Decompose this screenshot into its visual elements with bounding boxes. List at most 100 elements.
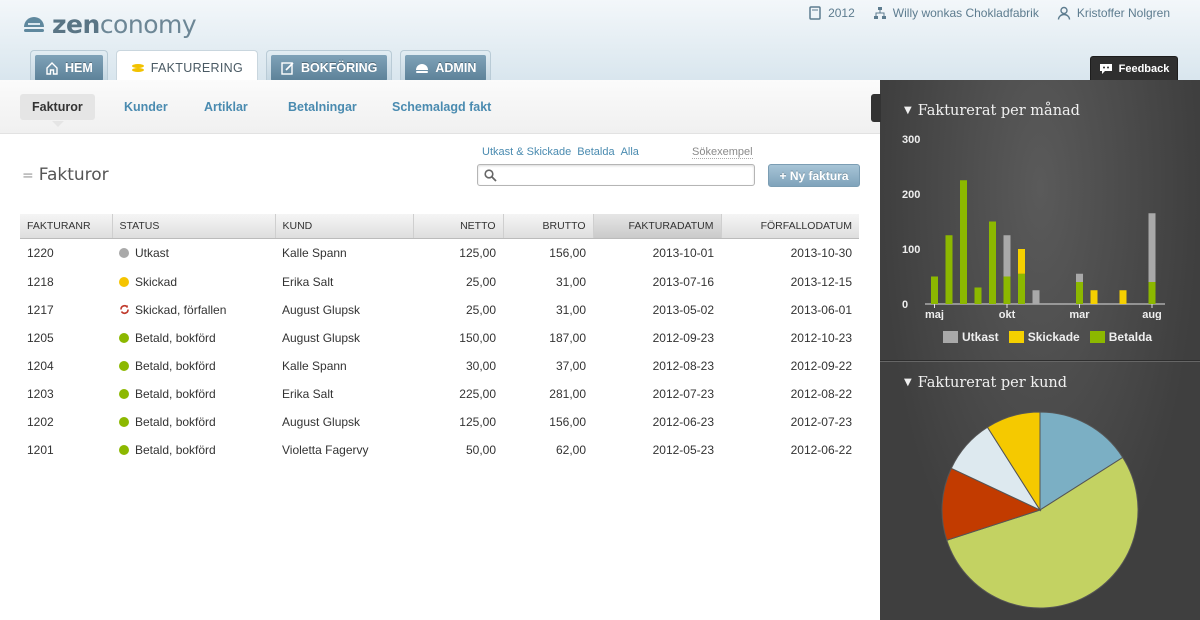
subnav-schemalagd[interactable]: Schemalagd fakt bbox=[392, 94, 491, 120]
legend-item[interactable]: Utkast bbox=[943, 330, 999, 344]
cell-brutto: 31,00 bbox=[555, 275, 586, 289]
table-row[interactable]: 1205 Betald, bokförd August Glupsk 150,00 18… bbox=[20, 324, 859, 352]
cell-forfall: 2012-10-23 bbox=[790, 331, 852, 345]
filter-betalda[interactable]: Betalda bbox=[577, 146, 614, 158]
cell-forfall: 2012-09-22 bbox=[790, 359, 852, 373]
y-tick-label: 100 bbox=[902, 244, 920, 256]
col-brutto[interactable]: BRUTTO bbox=[503, 214, 594, 239]
col-netto[interactable]: NETTO bbox=[413, 214, 504, 239]
user-menu[interactable]: Kristoffer Nolgren bbox=[1057, 6, 1170, 20]
table-row[interactable]: 1203 Betald, bokförd Erika Salt 225,00 281,0… bbox=[20, 380, 859, 408]
tab-admin[interactable]: ADMIN bbox=[400, 50, 492, 81]
status-text: Utkast bbox=[135, 246, 170, 261]
bar-utkast bbox=[1032, 290, 1040, 304]
col-kund[interactable]: KUND bbox=[275, 214, 414, 239]
cell-nr: 1202 bbox=[27, 415, 54, 429]
table-row[interactable]: 1204 Betald, bokförd Kalle Spann 30,00 37,00… bbox=[20, 352, 859, 380]
table-row[interactable]: 1218 Skickad Erika Salt 25,00 31,00 2013-07-1… bbox=[20, 268, 859, 296]
year-label: 2012 bbox=[828, 6, 855, 20]
subnav-fakturor[interactable]: Fakturor bbox=[20, 94, 95, 127]
col-fakturadatum[interactable]: FAKTURADATUM bbox=[593, 214, 722, 239]
cell-nr: 1217 bbox=[27, 303, 54, 317]
table-row[interactable]: 1217 Skickad, förfallen August Glupsk 25,00… bbox=[20, 296, 859, 324]
cell-datum: 2013-10-01 bbox=[652, 246, 714, 261]
cell-status: Skickad bbox=[112, 268, 275, 296]
cell-nr: 1218 bbox=[27, 275, 54, 289]
cell-brutto: 31,00 bbox=[555, 303, 586, 317]
table-row[interactable]: 1201 Betald, bokförd Violetta Fagervy 50,00… bbox=[20, 436, 859, 464]
table-header: FAKTURANR STATUS KUND NETTO BRUTTO FAKTU… bbox=[20, 214, 859, 239]
bar-utkast bbox=[1003, 235, 1011, 277]
cell-datum: 2012-08-23 bbox=[652, 359, 714, 373]
col-forfallodatum[interactable]: FÖRFALLODATUM bbox=[721, 214, 859, 239]
status-text: Betald, bokförd bbox=[135, 331, 216, 345]
cell-nr: 1204 bbox=[27, 359, 54, 373]
tab-hem[interactable]: HEM bbox=[30, 50, 108, 81]
cell-netto: 50,00 bbox=[465, 443, 496, 457]
feedback-button[interactable]: Feedback bbox=[1090, 56, 1178, 80]
subnav-artiklar[interactable]: Artiklar bbox=[204, 94, 248, 120]
status-dot-icon bbox=[119, 361, 129, 371]
speech-bubble-icon bbox=[1099, 63, 1112, 74]
new-invoice-button[interactable]: + Ny faktura bbox=[768, 164, 860, 187]
coins-icon bbox=[131, 64, 144, 72]
chart-title-month[interactable]: ▼ Fakturerat per månad bbox=[904, 103, 1080, 119]
cell-datum: 2012-07-23 bbox=[652, 387, 714, 401]
cell-brutto: 187,00 bbox=[549, 331, 586, 345]
org-chart-icon bbox=[873, 7, 886, 19]
sidebar-toggle-handle[interactable] bbox=[871, 94, 881, 122]
cell-datum: 2012-09-23 bbox=[652, 331, 714, 345]
tab-bokforing[interactable]: BOKFÖRING bbox=[265, 50, 393, 81]
home-icon bbox=[46, 62, 58, 75]
filter-utkast-skickade[interactable]: Utkast & Skickade bbox=[482, 146, 571, 158]
col-fakturanr[interactable]: FAKTURANR bbox=[20, 214, 113, 239]
legend-swatch bbox=[1089, 331, 1105, 343]
cell-forfall: 2012-08-22 bbox=[790, 387, 852, 401]
year-selector[interactable]: 2012 bbox=[808, 6, 855, 20]
bar-betalda bbox=[1148, 282, 1156, 304]
legend-swatch bbox=[1008, 331, 1024, 343]
overdue-icon bbox=[120, 305, 129, 314]
filter-alla[interactable]: Alla bbox=[621, 146, 639, 158]
user-icon bbox=[1057, 6, 1071, 20]
status-text: Skickad bbox=[135, 275, 178, 289]
bar-betalda bbox=[1076, 282, 1083, 304]
search-examples-link[interactable]: Sökexempel bbox=[692, 146, 753, 159]
bar-utkast bbox=[1076, 273, 1083, 282]
cell-kund: August Glupsk bbox=[282, 331, 361, 345]
col-status[interactable]: STATUS bbox=[112, 214, 276, 239]
subnav-kunder[interactable]: Kunder bbox=[124, 94, 168, 120]
search-input[interactable] bbox=[477, 164, 755, 186]
legend-label: Skickade bbox=[1027, 330, 1080, 344]
y-tick-label: 200 bbox=[902, 189, 920, 201]
chart-title-customer[interactable]: ▼ Fakturerat per kund bbox=[904, 375, 1067, 391]
cell-forfall: 2012-07-23 bbox=[790, 415, 852, 429]
cell-kund: Erika Salt bbox=[282, 387, 334, 401]
legend-item[interactable]: Betalda bbox=[1089, 330, 1152, 344]
book-icon bbox=[809, 6, 821, 20]
edit-icon bbox=[281, 62, 294, 75]
status-text: Betald, bokförd bbox=[135, 415, 216, 429]
x-tick-label: aug bbox=[1142, 309, 1162, 320]
cell-kund: Kalle Spann bbox=[282, 359, 347, 373]
bar-utkast bbox=[1148, 213, 1156, 282]
table-row[interactable]: 1202 Betald, bokförd August Glupsk 125,00 15… bbox=[20, 408, 859, 436]
cell-kund: Kalle Spann bbox=[282, 246, 347, 261]
collapse-triangle-icon: ▼ bbox=[904, 105, 912, 116]
logo[interactable]: zenconomy bbox=[22, 10, 197, 39]
sub-navigation: Fakturor Kunder Artiklar Betalningar Sch… bbox=[0, 80, 880, 134]
legend-item[interactable]: Skickade bbox=[1008, 330, 1080, 344]
cell-brutto: 62,00 bbox=[555, 443, 586, 457]
x-tick-label: maj bbox=[925, 309, 944, 320]
tab-fakturering[interactable]: FAKTURERING bbox=[115, 50, 258, 80]
bar-chart-month: 0 100 200 300 maj okt mar aug bbox=[902, 134, 1165, 320]
cell-status: Betald, bokförd bbox=[112, 408, 275, 436]
status-text: Betald, bokförd bbox=[135, 359, 216, 373]
table-row[interactable]: 1220 Utkast Kalle Spann 125,00 156,00 2013-10… bbox=[20, 238, 859, 268]
cell-netto: 125,00 bbox=[459, 246, 496, 261]
x-tick-label: mar bbox=[1069, 309, 1090, 320]
subnav-betalningar[interactable]: Betalningar bbox=[288, 94, 357, 120]
cell-kund: August Glupsk bbox=[282, 415, 361, 429]
company-selector[interactable]: Willy wonkas Chokladfabrik bbox=[873, 6, 1039, 20]
cell-netto: 30,00 bbox=[465, 359, 496, 373]
